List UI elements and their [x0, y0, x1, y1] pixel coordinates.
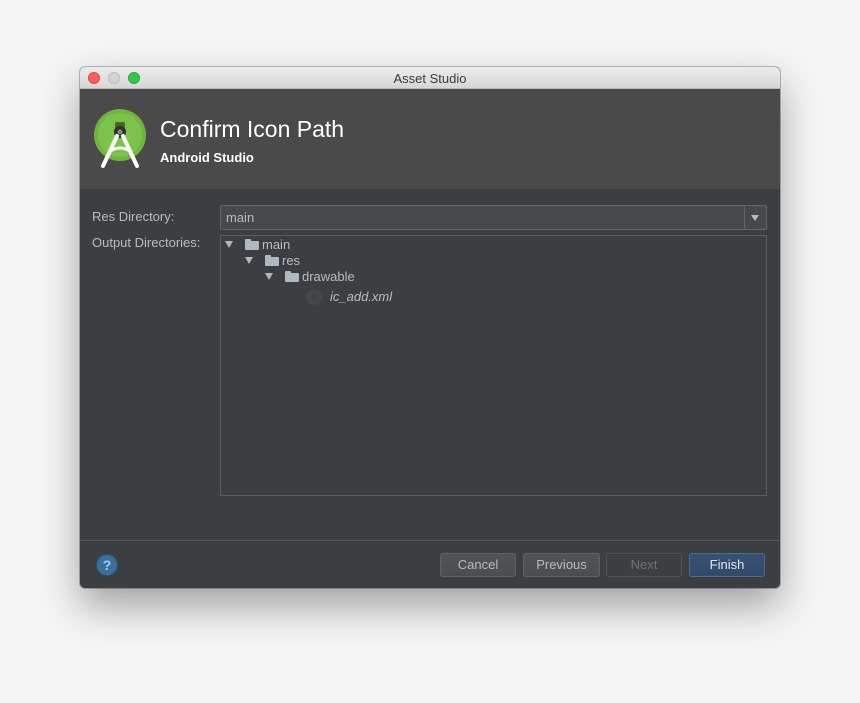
- tree-node-main[interactable]: main: [221, 237, 766, 253]
- folder-icon: [285, 271, 299, 282]
- tree-node-ic-add-xml[interactable]: ic_add.xml: [221, 289, 766, 305]
- next-button[interactable]: Next: [606, 553, 682, 577]
- expand-triangle-icon[interactable]: [245, 257, 253, 264]
- res-directory-dropdown-button[interactable]: [744, 206, 766, 229]
- folder-icon: [245, 239, 259, 250]
- res-directory-value: main: [226, 210, 255, 225]
- expand-triangle-icon[interactable]: [225, 241, 233, 248]
- expand-triangle-icon[interactable]: [265, 273, 273, 280]
- previous-button[interactable]: Previous: [523, 553, 600, 577]
- tree-node-label: res: [282, 253, 301, 268]
- footer-divider: [80, 540, 780, 541]
- res-directory-label: Res Directory:: [92, 209, 175, 224]
- window-titlebar[interactable]: Asset Studio: [80, 67, 780, 89]
- asset-studio-dialog: Asset Studio Confirm Icon Path Android S…: [80, 67, 780, 588]
- folder-icon: [265, 255, 279, 266]
- android-studio-logo-icon: [94, 109, 146, 168]
- tree-node-drawable[interactable]: drawable: [221, 269, 766, 285]
- chevron-down-icon: [751, 215, 759, 221]
- tree-node-label: drawable: [302, 269, 355, 284]
- res-directory-combobox[interactable]: main: [220, 205, 767, 230]
- tree-node-label: ic_add.xml: [330, 289, 393, 304]
- output-directories-label: Output Directories:: [92, 235, 201, 250]
- tree-node-res[interactable]: res: [221, 253, 766, 269]
- dialog-header: Confirm Icon Path Android Studio: [80, 89, 780, 189]
- page-title: Confirm Icon Path: [160, 116, 345, 142]
- finish-button[interactable]: Finish: [689, 553, 765, 577]
- cancel-button[interactable]: Cancel: [440, 553, 516, 577]
- output-directories-tree[interactable]: main res drawable ic_add.xml: [220, 235, 767, 496]
- window-title: Asset Studio: [393, 71, 467, 86]
- file-icon: [306, 289, 322, 305]
- help-icon[interactable]: ?: [96, 554, 118, 576]
- tree-node-label: main: [262, 237, 291, 252]
- page-subtitle: Android Studio: [160, 150, 254, 165]
